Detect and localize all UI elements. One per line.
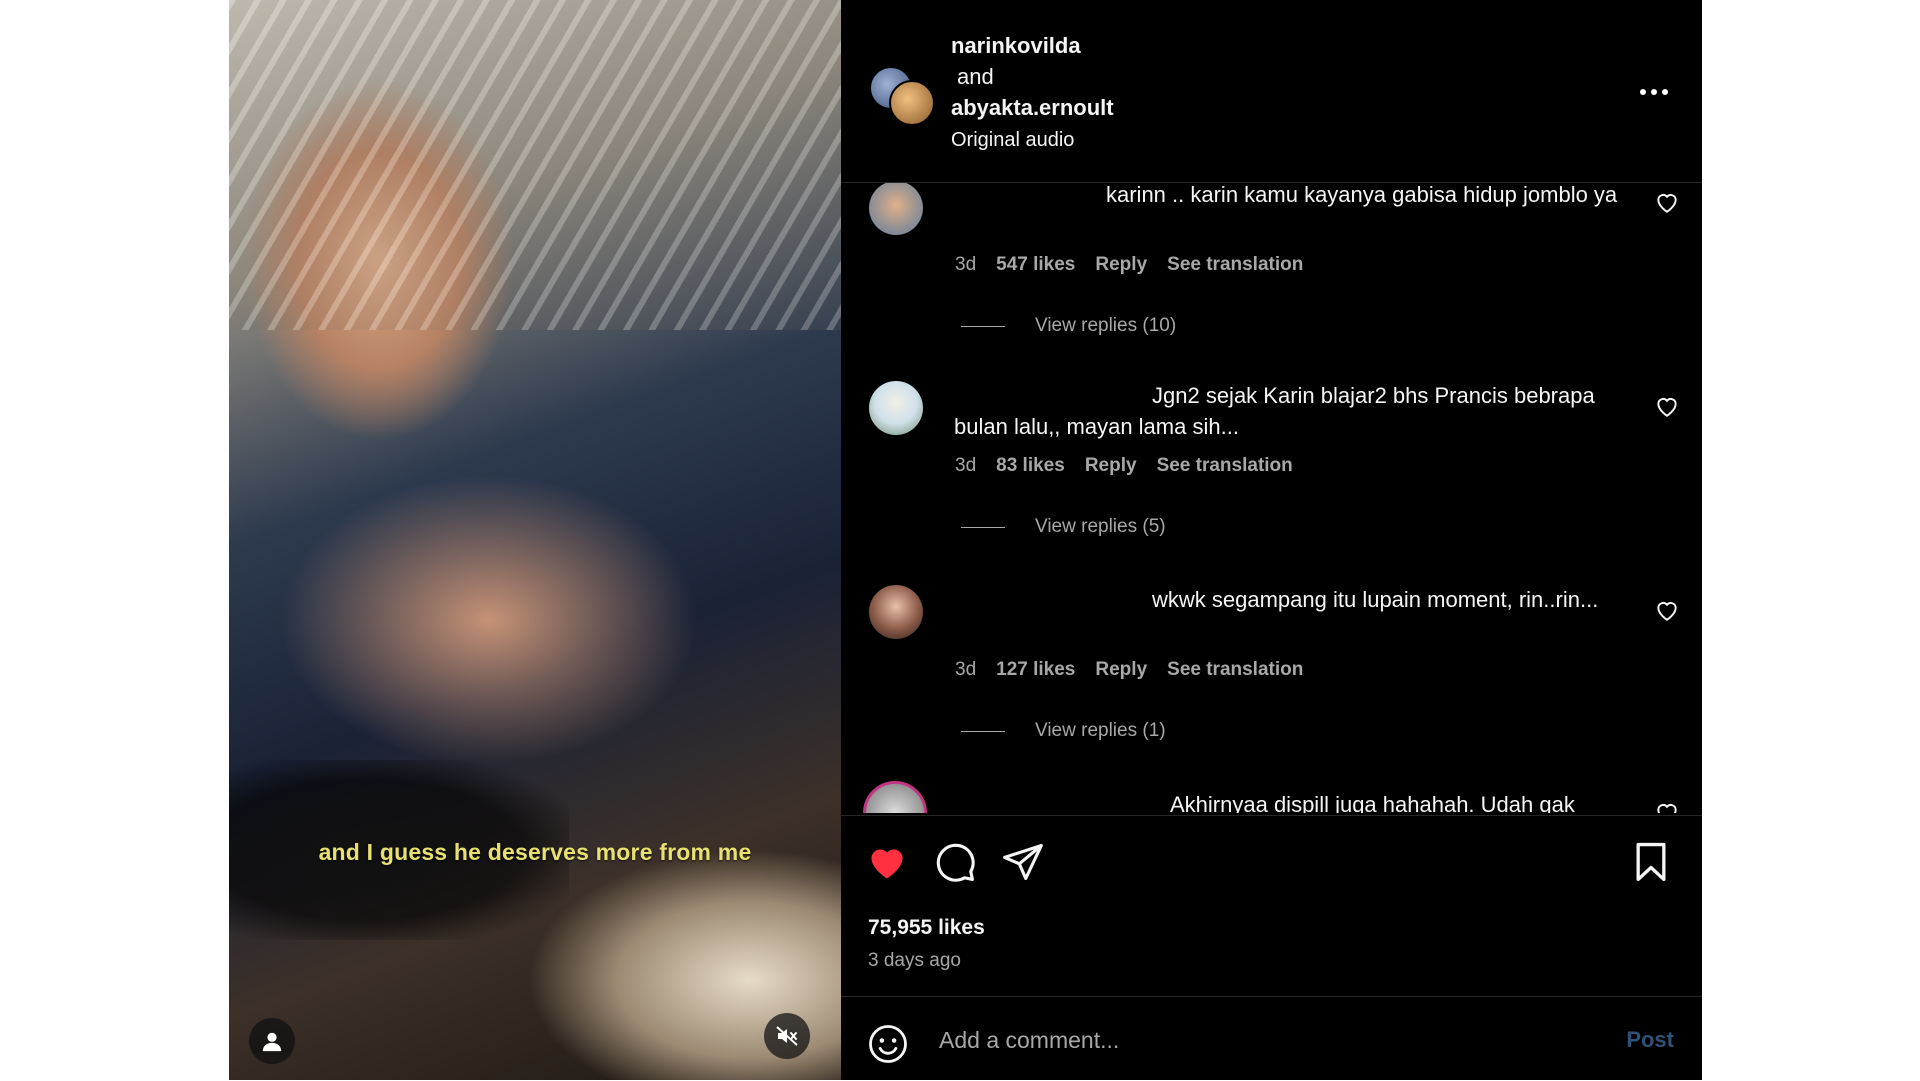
post-header: narinkovilda and abyakta.ernoult Origina… xyxy=(841,0,1702,183)
reply-button[interactable]: Reply xyxy=(1085,455,1137,477)
replies-divider xyxy=(961,526,1005,528)
avatar[interactable] xyxy=(863,781,927,813)
mute-button[interactable] xyxy=(764,1013,810,1059)
post-actions: 75,955 likes 3 days ago xyxy=(841,815,1702,996)
post-modal: and I guess he deserves more from me nar… xyxy=(229,0,1702,1080)
heart-icon[interactable] xyxy=(1654,597,1680,623)
comment-likes[interactable]: 127 likes xyxy=(996,659,1075,681)
replies-divider xyxy=(961,325,1005,327)
comment-age: 3d xyxy=(955,455,977,476)
more-icon xyxy=(1640,89,1668,95)
view-replies-button[interactable]: View replies (5) xyxy=(961,516,1166,538)
comment-input[interactable] xyxy=(937,1019,1561,1061)
reply-button[interactable]: Reply xyxy=(1095,659,1147,681)
tagged-users-button[interactable] xyxy=(249,1018,295,1064)
see-translation-button[interactable]: See translation xyxy=(1167,659,1303,681)
video-player[interactable]: and I guess he deserves more from me xyxy=(229,0,841,1080)
video-caption: and I guess he deserves more from me xyxy=(318,839,752,865)
comment-meta: 3d 83 likes Reply See translation xyxy=(955,455,1293,477)
collab-names: narinkovilda and abyakta.ernoult Origina… xyxy=(951,30,1114,156)
avatar[interactable] xyxy=(869,585,923,639)
collab-avatars[interactable] xyxy=(869,62,935,126)
username-link[interactable]: narinkovilda xyxy=(951,30,1114,61)
view-replies-label: View replies (10) xyxy=(1035,315,1177,336)
more-options-button[interactable] xyxy=(1636,74,1672,110)
share-button[interactable] xyxy=(1001,840,1045,884)
heart-icon[interactable] xyxy=(1654,799,1680,813)
comments-list[interactable]: karinn .. karin kamu kayanya gabisa hidu… xyxy=(841,183,1702,813)
emoji-button[interactable] xyxy=(867,1023,909,1065)
comment-icon xyxy=(936,843,975,882)
post-button[interactable]: Post xyxy=(1626,1027,1674,1053)
heart-icon[interactable] xyxy=(1654,189,1680,215)
comments-panel: narinkovilda and abyakta.ernoult Origina… xyxy=(841,0,1702,1080)
comment-text: Jgn2 sejak Karin blajar2 bhs Prancis beb… xyxy=(954,383,1595,439)
save-button[interactable] xyxy=(1629,840,1673,884)
post-timestamp: 3 days ago xyxy=(868,950,961,971)
view-replies-button[interactable]: View replies (1) xyxy=(961,720,1166,742)
muted-speaker-icon xyxy=(776,1026,798,1046)
avatar[interactable] xyxy=(869,183,923,235)
avatar[interactable] xyxy=(869,381,923,435)
comment-text: Akhirnyaa dispill juga hahahah. Udah gak xyxy=(1170,792,1575,813)
view-replies-label: View replies (5) xyxy=(1035,516,1166,537)
audio-link[interactable]: Original audio xyxy=(951,125,1114,156)
emoji-icon xyxy=(869,1025,907,1063)
like-button[interactable] xyxy=(865,840,909,884)
heart-icon xyxy=(871,849,903,879)
share-icon xyxy=(1003,843,1043,881)
bookmark-icon xyxy=(1636,842,1666,882)
comment-age: 3d xyxy=(955,659,977,680)
comment-likes[interactable]: 547 likes xyxy=(996,254,1075,276)
view-replies-button[interactable]: View replies (10) xyxy=(961,315,1176,337)
comment-likes[interactable]: 83 likes xyxy=(996,455,1065,477)
comment-meta: 3d 127 likes Reply See translation xyxy=(955,659,1303,681)
view-replies-label: View replies (1) xyxy=(1035,720,1166,741)
comment-meta: 3d 547 likes Reply See translation xyxy=(955,254,1303,276)
heart-icon[interactable] xyxy=(1654,393,1680,419)
like-count[interactable]: 75,955 likes xyxy=(868,916,985,940)
see-translation-button[interactable]: See translation xyxy=(1157,455,1293,477)
see-translation-button[interactable]: See translation xyxy=(1167,254,1303,276)
avatar xyxy=(889,80,935,126)
comment-age: 3d xyxy=(955,254,977,275)
reply-button[interactable]: Reply xyxy=(1095,254,1147,276)
user-icon xyxy=(262,1032,282,1052)
comment-text: wkwk segampang itu lupain moment, rin..r… xyxy=(1152,587,1599,612)
collab-connector: and xyxy=(957,64,994,89)
username-link[interactable]: abyakta.ernoult xyxy=(951,92,1114,123)
replies-divider xyxy=(961,730,1005,732)
comment-button[interactable] xyxy=(933,840,977,884)
add-comment-bar: Post xyxy=(841,996,1702,1081)
comment-text: karinn .. karin kamu kayanya gabisa hidu… xyxy=(1106,183,1618,207)
